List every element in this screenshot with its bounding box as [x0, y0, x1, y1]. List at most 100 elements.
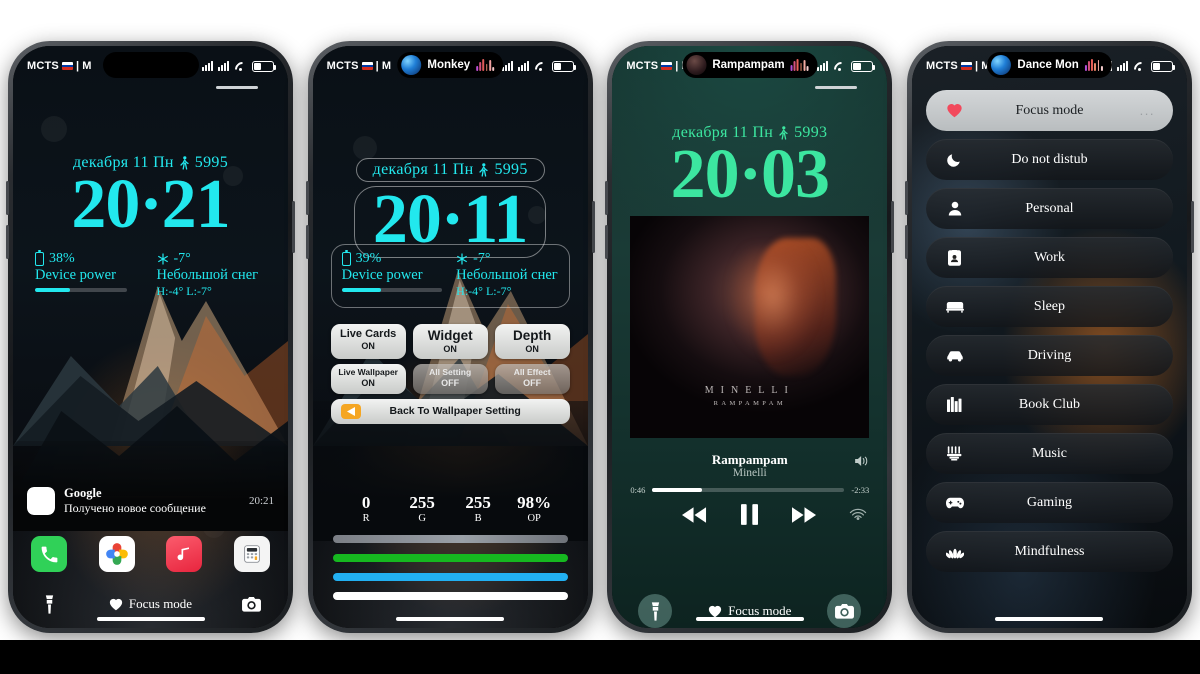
status-indicators: [202, 60, 276, 72]
rgb-channel-r: 0 R: [338, 493, 394, 523]
dynamic-island-music[interactable]: Dance Mon: [987, 52, 1112, 78]
weather-widget[interactable]: -7° Небольшой снег H:-4° L:-7°: [151, 251, 267, 299]
focus-item-work[interactable]: Work: [925, 237, 1173, 278]
home-indicator[interactable]: [396, 617, 505, 621]
power-button[interactable]: [1190, 201, 1194, 253]
control-state: ON: [361, 378, 375, 389]
focus-item-personal[interactable]: Personal: [925, 188, 1173, 229]
home-indicator[interactable]: [995, 617, 1104, 621]
volume-up-button[interactable]: [6, 181, 9, 215]
volume-down-button[interactable]: [605, 225, 609, 259]
back-to-wallpaper-setting-button[interactable]: Back To Wallpaper Setting: [330, 398, 570, 424]
photos-app-icon[interactable]: [98, 536, 135, 572]
status-indicators: [501, 60, 576, 72]
volume-down-button[interactable]: [904, 225, 908, 259]
equalizer-icon: [1084, 59, 1103, 71]
focus-item-mindfulness[interactable]: Mindfulness: [925, 531, 1173, 572]
steps-count: 5995: [494, 161, 528, 178]
rgb-channel-b: 255 B: [450, 493, 506, 523]
russia-flag-icon: [361, 62, 373, 70]
weather-widget[interactable]: -7° Небольшой снег H:-4° L:-7°: [450, 251, 559, 299]
volume-up-button[interactable]: [605, 181, 609, 215]
status-indicators: [1100, 60, 1175, 72]
control-state: ON: [525, 343, 539, 354]
gamepad-icon: [945, 497, 964, 509]
widget-toggle[interactable]: Widget ON: [412, 324, 488, 360]
focus-item-sleep[interactable]: Sleep: [925, 286, 1173, 327]
player-artist: Minelli: [732, 467, 767, 479]
dynamic-island-music[interactable]: Rampampam: [682, 52, 818, 78]
bottom-bar: Focus mode: [13, 594, 288, 614]
blue-slider[interactable]: [332, 572, 568, 581]
focus-item-focus-mode[interactable]: Focus mode ...: [925, 90, 1173, 131]
focus-item-driving[interactable]: Driving: [925, 335, 1173, 376]
heart-icon: [109, 598, 123, 610]
airplay-icon[interactable]: [849, 506, 867, 529]
flashlight-icon[interactable]: [638, 594, 673, 628]
clock-widget[interactable]: декабря 11 Пн 5995 20·21: [13, 154, 288, 240]
rewind-icon[interactable]: [682, 506, 707, 528]
pause-icon[interactable]: [741, 504, 759, 530]
all-setting-toggle[interactable]: All Setting OFF: [412, 364, 488, 394]
battery-widget[interactable]: 39% Device power: [341, 250, 445, 299]
forward-icon[interactable]: [792, 506, 817, 528]
speaker-icon[interactable]: [855, 454, 869, 472]
home-indicator[interactable]: [96, 617, 205, 621]
music-app-icon[interactable]: [166, 536, 203, 572]
battery-widget[interactable]: 38% Device power: [35, 250, 145, 299]
album-artwork[interactable]: MINELLI RAMPAMPAM: [630, 216, 870, 438]
rgb-key: G: [418, 512, 426, 524]
red-slider[interactable]: [332, 534, 568, 543]
opacity-slider[interactable]: [332, 591, 568, 600]
camera-icon[interactable]: [827, 594, 862, 628]
volume-up-button[interactable]: [904, 181, 908, 215]
signal-icon-2: [517, 61, 529, 71]
carrier-separator: |: [375, 60, 379, 72]
more-options-icon[interactable]: ...: [1140, 103, 1155, 118]
signal-icon-2: [1116, 61, 1128, 71]
volume-down-button[interactable]: [305, 225, 309, 259]
battery-icon: [1150, 60, 1175, 72]
date-widget-box[interactable]: декабря 11 Пн 5995: [355, 158, 545, 182]
weather-row: -7°: [157, 251, 267, 267]
info-widget: 38% Device power -7° Небольшой снег H:-4…: [13, 250, 288, 299]
weather-row: -7°: [456, 251, 559, 267]
dynamic-island[interactable]: [102, 52, 199, 78]
camera-icon[interactable]: [242, 594, 262, 614]
green-slider[interactable]: [332, 553, 568, 562]
music-player: Rampampam Minelli 0:46 -2:33: [630, 452, 869, 530]
focus-item-do-not-disturb[interactable]: Do not distub: [925, 139, 1173, 180]
notification-card[interactable]: G Google Получено новое сообщение 20:21: [27, 486, 274, 516]
flashlight-icon[interactable]: [39, 594, 59, 614]
live-wallpaper-toggle[interactable]: Live Wallpaper ON: [330, 364, 406, 394]
power-button[interactable]: [292, 201, 295, 253]
screenshot-stage: MCTS | M декабря 11 Пн 5995 20·21 38% De…: [0, 0, 1200, 674]
depth-toggle[interactable]: Depth ON: [494, 324, 570, 360]
calculator-app-icon[interactable]: [233, 536, 270, 572]
volume-down-button[interactable]: [6, 225, 9, 259]
power-button[interactable]: [891, 201, 895, 253]
dynamic-island-music[interactable]: Monkey: [397, 52, 503, 78]
phone-app-icon[interactable]: [31, 536, 67, 572]
clock-widget[interactable]: декабря 11 Пн 5995 20·11: [313, 158, 588, 258]
weather-temp: -7°: [473, 251, 491, 266]
focus-item-music[interactable]: Music: [925, 433, 1173, 474]
focus-mode-button[interactable]: Focus mode: [109, 596, 192, 612]
wifi-icon: [833, 61, 846, 71]
island-album-art: [686, 55, 707, 75]
phone-2-screen: MCTS | M Monkey декабря 11 Пн 5995 20·11…: [312, 46, 588, 628]
russia-flag-icon: [960, 62, 972, 70]
live-cards-toggle[interactable]: Live Cards ON: [330, 324, 406, 360]
volume-up-button[interactable]: [305, 181, 309, 215]
focus-item-book-club[interactable]: Book Club: [925, 384, 1173, 425]
power-button[interactable]: [591, 201, 595, 253]
home-indicator[interactable]: [695, 617, 804, 621]
seek-slider[interactable]: [652, 488, 845, 492]
time-separator: ·: [738, 136, 762, 213]
time-hours: 20: [670, 136, 740, 213]
wifi-icon: [234, 61, 247, 71]
russia-flag-icon: [61, 62, 73, 70]
clock-widget[interactable]: декабря 11 Пн 5993 20·03: [612, 124, 887, 210]
focus-item-gaming[interactable]: Gaming: [925, 482, 1173, 523]
all-effect-toggle[interactable]: All Effect OFF: [494, 364, 570, 394]
